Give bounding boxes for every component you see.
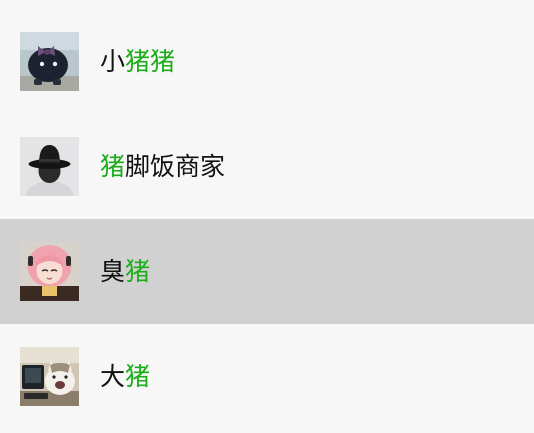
name-text: 小 [100,47,126,76]
contact-row[interactable]: 小猪猪 [0,9,534,114]
name-text: 大 [100,362,126,391]
name-text: 臭 [100,257,126,286]
search-results-list: 小猪猪 猪脚饭商家 臭猪 大猪 [0,0,534,433]
name-match-highlight: 猪 [125,362,151,391]
contact-row[interactable]: 大猪 [0,324,534,429]
dark-creature-with-bow-avatar [20,32,79,91]
contact-row-selected[interactable]: 臭猪 [0,219,534,324]
contact-name: 大猪 [100,359,150,395]
pink-haired-anime-girl-avatar [20,242,79,301]
contact-name: 臭猪 [100,254,150,290]
black-hat-person-avatar [20,137,79,196]
name-match-highlight: 猪 [100,152,126,181]
contact-row[interactable]: 猪脚饭商家 [0,114,534,219]
cat-at-computer-avatar [20,347,79,406]
contact-name: 猪脚饭商家 [100,149,225,185]
name-match-highlight: 猪猪 [125,47,176,76]
name-text: 脚饭商家 [125,152,226,181]
name-match-highlight: 猪 [125,257,151,286]
contact-name: 小猪猪 [100,44,175,80]
